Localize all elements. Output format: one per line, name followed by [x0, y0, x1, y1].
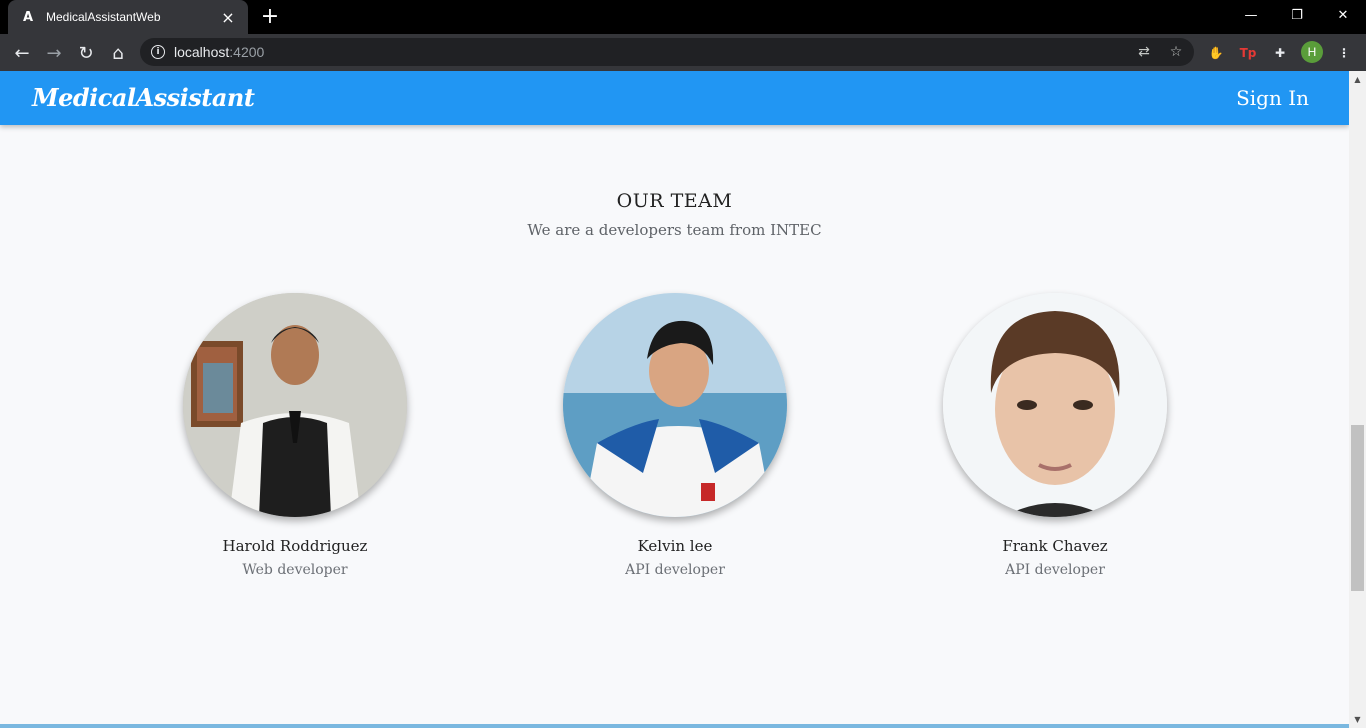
profile-avatar[interactable]: H: [1301, 41, 1323, 63]
footer-top-edge: [0, 724, 1349, 728]
member-name: Harold Roddriguez: [222, 537, 368, 555]
member-role: API developer: [1005, 562, 1105, 578]
member-photo-frank: [943, 293, 1167, 517]
page-content: MedicalAssistant Sign In OUR TEAM We are…: [0, 71, 1349, 728]
restore-button[interactable]: ❐: [1274, 0, 1320, 30]
member-role: API developer: [625, 562, 725, 578]
member-role: Web developer: [242, 562, 348, 578]
translate-icon[interactable]: ⇄: [1134, 42, 1154, 62]
brand-logo[interactable]: MedicalAssistant: [32, 83, 255, 112]
member-name: Kelvin lee: [637, 537, 713, 555]
tab-title: MedicalAssistantWeb: [46, 10, 161, 24]
url-port: :4200: [229, 44, 265, 60]
team-subtitle: We are a developers team from INTEC: [527, 221, 822, 239]
minimize-button[interactable]: —: [1228, 0, 1274, 30]
page-scrollbar[interactable]: ▲ ▼: [1349, 71, 1366, 728]
new-tab-button[interactable]: +: [258, 5, 282, 29]
puzzle-extensions-icon[interactable]: ✚: [1269, 42, 1291, 64]
scroll-down-icon[interactable]: ▼: [1349, 711, 1366, 728]
browser-tab[interactable]: A MedicalAssistantWeb ×: [8, 0, 248, 34]
tp-extension-icon[interactable]: Tp: [1237, 42, 1259, 64]
home-icon[interactable]: ⌂: [105, 40, 131, 66]
address-bar[interactable]: i localhost:4200 ⇄ ☆: [140, 38, 1194, 66]
team-member-card: Frank Chavez API developer: [935, 293, 1175, 578]
forward-icon[interactable]: →: [41, 40, 67, 66]
sign-in-link[interactable]: Sign In: [1236, 86, 1309, 110]
adblock-icon[interactable]: ✋: [1205, 42, 1227, 64]
back-icon[interactable]: ←: [9, 40, 35, 66]
site-navbar: MedicalAssistant Sign In: [0, 71, 1349, 125]
team-member-card: Harold Roddriguez Web developer: [175, 293, 415, 578]
reload-icon[interactable]: ↻: [73, 40, 99, 66]
member-photo-harold: [183, 293, 407, 517]
window-close-button[interactable]: ✕: [1320, 0, 1366, 30]
angular-favicon-icon: A: [22, 9, 34, 25]
site-info-icon[interactable]: i: [151, 45, 165, 59]
browser-titlebar: A MedicalAssistantWeb × + — ❐ ✕: [0, 0, 1366, 34]
team-title: OUR TEAM: [616, 190, 733, 212]
menu-kebab-icon[interactable]: ⋮: [1333, 42, 1355, 64]
browser-toolbar: ← → ↻ ⌂ i localhost:4200 ⇄ ☆ ✋ Tp ✚ H ⋮: [0, 34, 1366, 71]
scrollbar-thumb[interactable]: [1351, 425, 1364, 591]
team-member-card: Kelvin lee API developer: [555, 293, 795, 578]
bookmark-star-icon[interactable]: ☆: [1166, 42, 1186, 62]
url-text: localhost:4200: [174, 44, 264, 60]
url-host: localhost: [174, 44, 230, 60]
scroll-up-icon[interactable]: ▲: [1349, 71, 1366, 88]
member-photo-kelvin: [563, 293, 787, 517]
tab-close-icon[interactable]: ×: [220, 8, 236, 27]
member-name: Frank Chavez: [1002, 537, 1108, 555]
